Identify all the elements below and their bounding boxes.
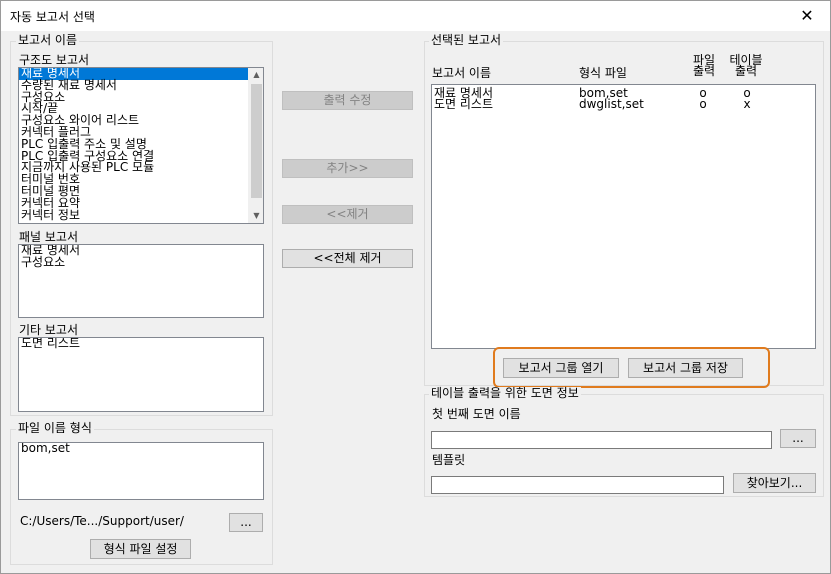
structure-report-label: 구조도 보고서 [19,53,90,67]
scroll-thumb[interactable] [251,84,262,198]
format-browse-button[interactable]: ... [229,513,263,532]
col-table-output: 테이블 출력 [723,53,769,78]
table-row[interactable]: 도면 리스트 dwglist,set o x [432,98,815,110]
cell-file-out: o [699,97,707,111]
remove-all-button[interactable]: <<전체 제거 [282,249,413,268]
close-icon[interactable]: ✕ [784,1,830,31]
structure-items: 재료 명세서 수량된 재료 명세서 구성요소 시작/끝 구성요소 와이어 리스트 커넥터 … [19,68,263,221]
first-drawing-label: 첫 번째 도면 이름 [432,407,521,421]
col-table-output-text: 테이블 출력 [729,53,763,78]
first-drawing-input[interactable] [431,431,772,449]
other-items: 도면 리스트 [19,338,263,350]
list-item[interactable]: 도면 리스트 [19,338,263,350]
dialog-window: 자동 보고서 선택 ✕ 보고서 이름 구조도 보고서 재료 명세서 수량된 재료 … [0,0,831,574]
file-name-format-legend: 파일 이름 형식 [16,421,94,435]
selected-reports-legend: 선택된 보고서 [429,33,504,47]
col-file-output: 파일 출력 [691,53,717,78]
file-format-list[interactable]: bom,set [18,442,264,500]
title-bar: 자동 보고서 선택 ✕ [1,1,830,31]
format-path: C:/Users/Te.../Support/user/ [20,514,184,528]
col-report-name: 보고서 이름 [432,66,492,80]
panel-report-list[interactable]: 재료 명세서 구성요소 [18,244,264,318]
other-report-label: 기타 보고서 [19,323,79,337]
structure-scrollbar[interactable]: ▲ ▼ [248,68,263,223]
other-report-list[interactable]: 도면 리스트 [18,337,264,412]
report-names-legend: 보고서 이름 [16,33,80,47]
panel-report-label: 패널 보고서 [19,230,79,244]
scroll-up-icon[interactable]: ▲ [249,68,263,82]
selected-reports-list[interactable]: 재료 명세서 bom,set o o 도면 리스트 dwglist,set o x [431,84,816,349]
format-items: bom,set [19,443,263,455]
table-output-legend: 테이블 출력을 위한 도면 정보 [429,386,581,400]
scroll-down-icon[interactable]: ▼ [249,209,263,223]
list-item[interactable]: bom,set [19,443,263,455]
col-file-output-text: 파일 출력 [692,53,716,78]
col-format-file: 형식 파일 [579,66,627,80]
list-item[interactable]: 구성요소 [19,256,263,269]
save-report-group-button[interactable]: 보고서 그룹 저장 [628,358,743,378]
cell-name: 도면 리스트 [434,97,494,111]
cell-table-out: x [743,97,751,111]
find-template-button[interactable]: 찾아보기... [733,473,816,493]
structure-report-list[interactable]: 재료 명세서 수량된 재료 명세서 구성요소 시작/끝 구성요소 와이어 리스트 커넥터 … [18,67,264,224]
first-drawing-browse-button[interactable]: ... [780,429,816,448]
list-item[interactable]: 커넥터 정보 [19,209,263,222]
set-format-file-button[interactable]: 형식 파일 설정 [90,539,191,559]
open-report-group-button[interactable]: 보고서 그룹 열기 [503,358,619,378]
edit-output-button[interactable]: 출력 수정 [282,91,413,110]
remove-button[interactable]: <<제거 [282,205,413,224]
template-label: 템플릿 [432,453,466,467]
template-input[interactable] [431,476,724,494]
add-button[interactable]: 추가>> [282,159,413,178]
cell-format: dwglist,set [579,97,644,111]
panel-items: 재료 명세서 구성요소 [19,245,263,269]
window-title: 자동 보고서 선택 [10,10,95,24]
